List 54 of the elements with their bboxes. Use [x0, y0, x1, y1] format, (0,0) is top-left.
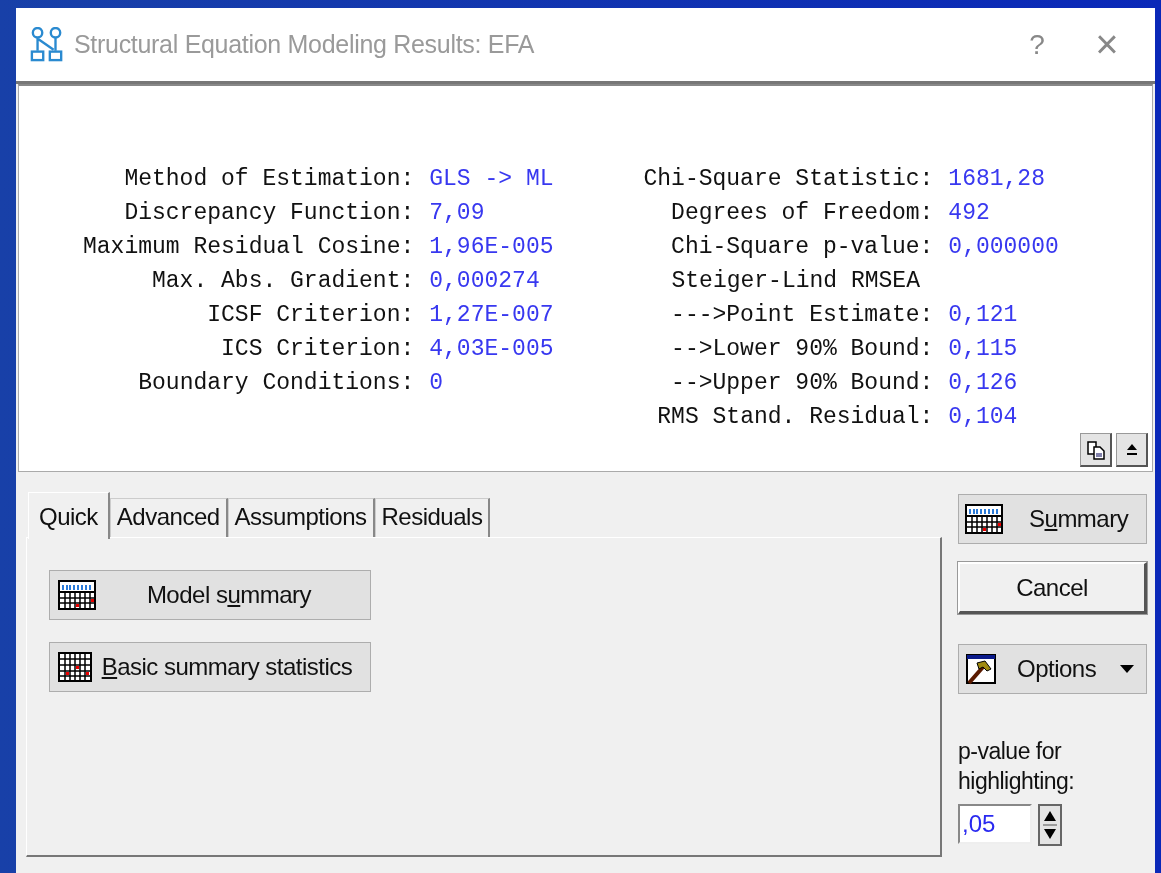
stat-label: Chi-Square Statistic:	[643, 165, 934, 194]
stat-value: 1,96E-005	[429, 233, 554, 262]
stat-value: 0,000000	[948, 233, 1059, 262]
stat-value: 1681,28	[948, 165, 1046, 194]
stat-value: 7,09	[429, 199, 486, 228]
stat-value: 0,121	[948, 301, 1019, 330]
stat-value: 0,104	[948, 403, 1019, 432]
spin-button[interactable]	[1038, 804, 1062, 846]
stat-value: 0,126	[948, 369, 1019, 398]
stat-value: 1,27E-007	[429, 301, 554, 330]
options-button[interactable]: Options	[958, 644, 1147, 694]
stat-value: 492	[948, 199, 991, 228]
hammer-icon	[965, 653, 997, 685]
copy-icon	[1085, 439, 1106, 460]
tab[interactable]: Residuals	[374, 498, 491, 537]
stat-label: RMS Stand. Residual:	[656, 403, 934, 432]
stat-value: 0,115	[948, 335, 1019, 364]
copy-button[interactable]	[1080, 433, 1112, 467]
p-value-label: p-value for highlighting:	[958, 737, 1076, 796]
stat-label: Method of Estimation:	[123, 165, 415, 194]
diagram-icon	[30, 26, 64, 63]
stat-label: -->Lower 90% Bound:	[670, 335, 934, 364]
stat-value: 0,000274	[429, 267, 541, 296]
p-value-field[interactable]: ,05	[958, 804, 1032, 844]
tab[interactable]: Quick	[28, 492, 110, 539]
stat-label: Discrepancy Function:	[123, 199, 415, 228]
cancel-button[interactable]: Cancel	[958, 562, 1147, 614]
stat-label: ICSF Criterion:	[206, 301, 415, 330]
stat-label: Boundary Conditions:	[137, 369, 415, 398]
collapse-button[interactable]	[1116, 433, 1148, 467]
stat-label: Degrees of Freedom:	[670, 199, 934, 228]
stat-heading: Steiger-Lind RMSEA	[671, 267, 921, 296]
command-button[interactable]: Basic summary statistics	[49, 642, 371, 692]
summary-button[interactable]: Summary	[958, 494, 1147, 544]
table-icon	[965, 504, 1003, 534]
grid-icon	[58, 652, 92, 682]
table-icon	[58, 580, 96, 610]
stat-label: -->Upper 90% Bound:	[670, 369, 934, 398]
stat-label: Maximum Residual Cosine:	[83, 233, 415, 262]
window-title: Structural Equation Modeling Results: EFA	[74, 30, 536, 59]
stat-label: Max. Abs. Gradient:	[151, 267, 415, 296]
dropdown-arrow-icon	[1120, 665, 1134, 673]
stat-value: 4,03E-005	[429, 335, 554, 364]
stat-label: --->Point Estimate:	[670, 301, 934, 330]
stat-label: Chi-Square p-value:	[670, 233, 934, 262]
command-button[interactable]: Model summary	[49, 570, 371, 620]
arrow-up-icon	[1125, 442, 1138, 457]
stat-value: 0	[429, 369, 445, 398]
tab[interactable]: Assumptions	[227, 498, 375, 537]
help-button[interactable]: ?	[1007, 28, 1067, 61]
tab[interactable]: Advanced	[109, 498, 228, 537]
stat-value: GLS -> ML	[429, 165, 554, 194]
stat-label: ICS Criterion:	[220, 335, 415, 364]
close-button[interactable]: ×	[1077, 22, 1137, 67]
